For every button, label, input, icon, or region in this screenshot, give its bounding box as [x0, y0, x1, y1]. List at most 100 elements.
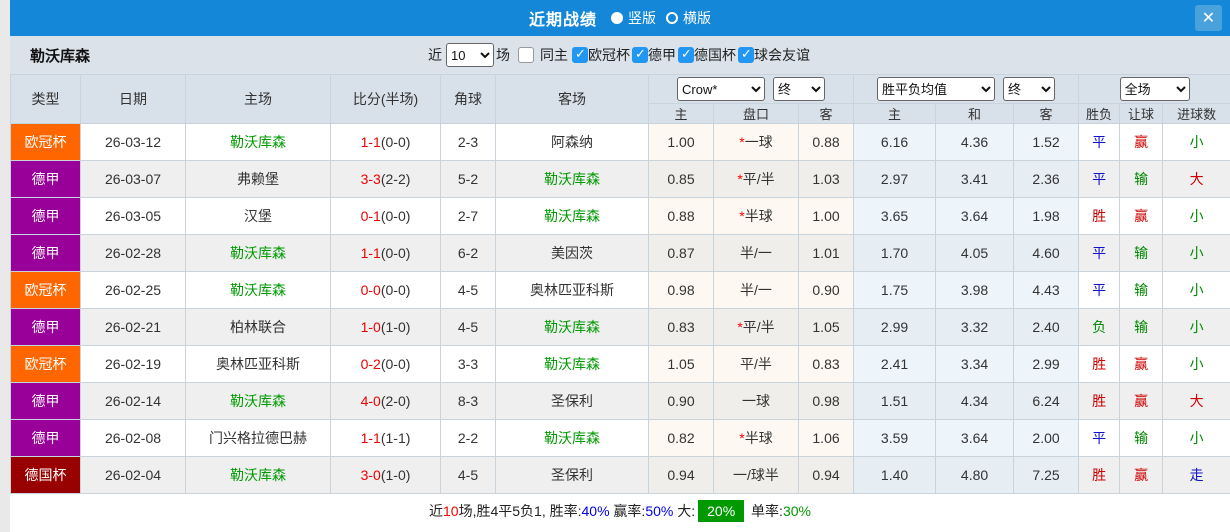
league-checkbox-label[interactable]: 德国杯 [694, 47, 736, 63]
home-team-cell: 勒沃库森 [186, 235, 331, 272]
away-team-cell: 阿森纳 [496, 124, 649, 161]
odds-time-select[interactable]: 终 [773, 77, 825, 101]
result-wdl-cell: 胜 [1079, 346, 1120, 383]
radio-horizontal-icon[interactable] [666, 12, 678, 24]
date-cell: 26-02-25 [81, 272, 186, 309]
results-table: 类型 日期 主场 比分(半场) 角球 客场 Crow* 终 胜平负均值 终 [10, 74, 1230, 494]
same-home-label[interactable]: 同主 [540, 45, 568, 65]
footer-big-label: 大: [673, 501, 695, 521]
sub-header-odds-home: 主 [649, 104, 714, 124]
score-cell: 4-0(2-0) [331, 383, 441, 420]
result-goals-cell: 小 [1163, 272, 1230, 309]
result-handicap-cell: 赢 [1120, 457, 1163, 494]
handicap-cell: 半/一 [714, 272, 799, 309]
odds-away-cell: 0.94 [799, 457, 854, 494]
league-checkbox-label[interactable]: 球会友谊 [754, 47, 810, 63]
away-team-cell: 勒沃库森 [496, 198, 649, 235]
league-checkbox-label[interactable]: 欧冠杯 [588, 47, 630, 63]
avg-away-cell: 1.98 [1014, 198, 1079, 235]
date-cell: 26-02-19 [81, 346, 186, 383]
avg-group-header: 胜平负均值 终 [854, 75, 1079, 104]
team-name: 勒沃库森 [30, 45, 90, 66]
result-goals-cell: 小 [1163, 124, 1230, 161]
table-row: 欧冠杯26-02-19奥林匹亚科斯0-2(0-0)3-3勒沃库森1.05平/半0… [11, 346, 1230, 383]
type-badge: 德甲 [11, 309, 81, 346]
avg-away-cell: 2.00 [1014, 420, 1079, 457]
handicap-cell: 一/球半 [714, 457, 799, 494]
score-cell: 0-0(0-0) [331, 272, 441, 309]
handicap-cell: 一球 [714, 383, 799, 420]
radio-vertical-icon[interactable] [611, 12, 623, 24]
home-team-cell: 勒沃库森 [186, 383, 331, 420]
handicap-cell: *半球 [714, 198, 799, 235]
table-row: 欧冠杯26-02-25勒沃库森0-0(0-0)4-5奥林匹亚科斯0.98半/一0… [11, 272, 1230, 309]
type-badge: 德甲 [11, 235, 81, 272]
odds-home-cell: 0.90 [649, 383, 714, 420]
odds-home-cell: 0.88 [649, 198, 714, 235]
avg-type-select[interactable]: 胜平负均值 [877, 77, 995, 101]
type-badge: 德甲 [11, 161, 81, 198]
odds-home-cell: 0.98 [649, 272, 714, 309]
handicap-cell: *一球 [714, 124, 799, 161]
result-handicap-cell: 输 [1120, 272, 1163, 309]
away-team-cell: 勒沃库森 [496, 420, 649, 457]
home-team-cell: 汉堡 [186, 198, 331, 235]
date-cell: 26-03-12 [81, 124, 186, 161]
avg-draw-cell: 3.64 [936, 198, 1014, 235]
corner-cell: 2-3 [441, 124, 496, 161]
type-badge: 欧冠杯 [11, 124, 81, 161]
radio-vertical-label[interactable]: 竖版 [628, 8, 656, 28]
result-goals-cell: 大 [1163, 383, 1230, 420]
odds-group-header: Crow* 终 [649, 75, 854, 104]
avg-time-select[interactable]: 终 [1003, 77, 1055, 101]
odds-away-cell: 0.90 [799, 272, 854, 309]
odds-away-cell: 1.03 [799, 161, 854, 198]
result-handicap-cell: 赢 [1120, 346, 1163, 383]
same-home-checkbox[interactable] [518, 47, 534, 63]
recent-results-panel: 近期战绩 竖版 横版 ✕ 勒沃库森 近 10 场 同主 欧冠杯德甲德国杯球会友谊 [10, 0, 1230, 532]
close-icon[interactable]: ✕ [1195, 5, 1222, 31]
home-team-cell: 门兴格拉德巴赫 [186, 420, 331, 457]
away-team-cell: 勒沃库森 [496, 309, 649, 346]
corner-cell: 6-2 [441, 235, 496, 272]
corner-cell: 5-2 [441, 161, 496, 198]
table-row: 德甲26-02-08门兴格拉德巴赫1-1(1-1)2-2勒沃库森0.82*半球1… [11, 420, 1230, 457]
avg-draw-cell: 4.36 [936, 124, 1014, 161]
avg-home-cell: 2.97 [854, 161, 936, 198]
type-badge: 德甲 [11, 420, 81, 457]
score-cell: 0-2(0-0) [331, 346, 441, 383]
sub-header-result-handicap: 让球 [1120, 104, 1163, 124]
odds-company-select[interactable]: Crow* [677, 77, 765, 101]
col-header-score: 比分(半场) [331, 75, 441, 124]
home-team-cell: 柏林联合 [186, 309, 331, 346]
result-wdl-cell: 平 [1079, 161, 1120, 198]
league-checkbox-label[interactable]: 德甲 [648, 47, 676, 63]
away-team-cell: 美因茨 [496, 235, 649, 272]
result-goals-cell: 走 [1163, 457, 1230, 494]
score-cell: 3-3(2-2) [331, 161, 441, 198]
col-header-home: 主场 [186, 75, 331, 124]
result-scope-select[interactable]: 全场 [1120, 77, 1190, 101]
footer-record-text: 场,胜4平5负1, 胜率: [459, 501, 582, 521]
league-checkbox[interactable] [572, 47, 588, 63]
odds-home-cell: 0.83 [649, 309, 714, 346]
layout-radio-group: 竖版 横版 [601, 8, 711, 28]
corner-cell: 8-3 [441, 383, 496, 420]
score-cell: 1-1(0-0) [331, 124, 441, 161]
footer-recent-count: 10 [443, 503, 459, 519]
odds-away-cell: 0.88 [799, 124, 854, 161]
table-row: 德甲26-03-07弗赖堡3-3(2-2)5-2勒沃库森0.85*平/半1.03… [11, 161, 1230, 198]
league-checkbox[interactable] [738, 47, 754, 63]
avg-draw-cell: 3.64 [936, 420, 1014, 457]
league-checkbox[interactable] [632, 47, 648, 63]
avg-home-cell: 1.40 [854, 457, 936, 494]
footer-big-rate: 20% [698, 500, 744, 522]
date-cell: 26-02-28 [81, 235, 186, 272]
away-team-cell: 勒沃库森 [496, 346, 649, 383]
radio-horizontal-label[interactable]: 横版 [683, 8, 711, 28]
result-handicap-cell: 输 [1120, 161, 1163, 198]
table-row: 欧冠杯26-03-12勒沃库森1-1(0-0)2-3阿森纳1.00*一球0.88… [11, 124, 1230, 161]
league-checkbox[interactable] [678, 47, 694, 63]
match-count-select[interactable]: 10 [446, 43, 494, 67]
sub-header-avg-away: 客 [1014, 104, 1079, 124]
